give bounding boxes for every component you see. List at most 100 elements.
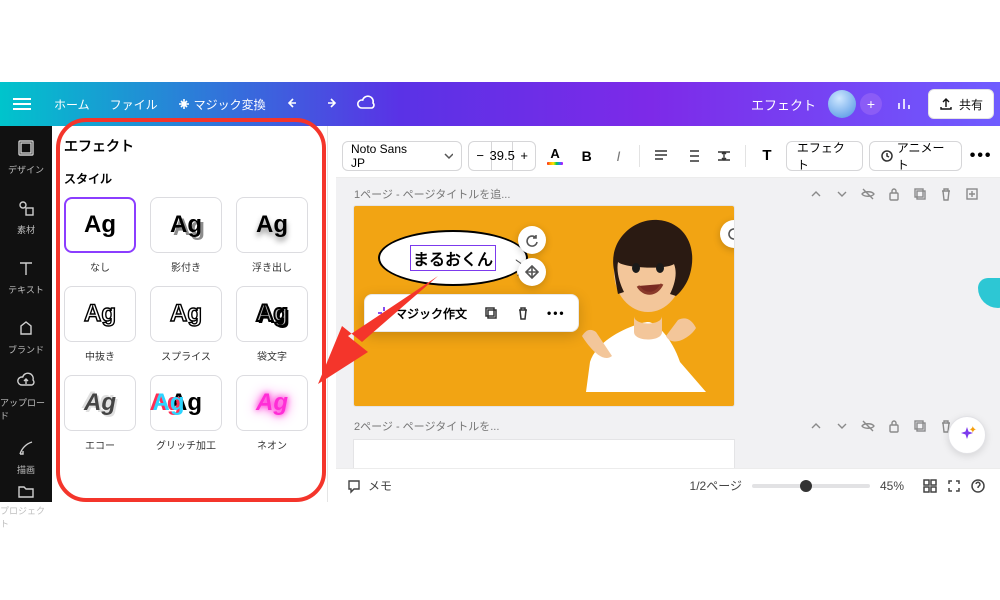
hamburger-menu[interactable] <box>0 103 44 105</box>
trash-icon <box>938 186 954 202</box>
page-duplicate-button[interactable] <box>910 416 930 436</box>
rail-design[interactable]: デザイン <box>0 126 52 186</box>
canvas[interactable]: 1ページ - ページタイトルを追... <box>336 178 1000 468</box>
ai-fab[interactable]: ✦ <box>948 416 986 454</box>
rail-project[interactable]: プロジェクト <box>0 486 52 526</box>
style-neon[interactable]: Ag <box>236 375 308 431</box>
page-down-button[interactable] <box>832 184 852 204</box>
question-icon <box>970 478 986 494</box>
font-size-input[interactable]: 39.5 <box>491 142 513 170</box>
nav-file[interactable]: ファイル <box>100 96 168 113</box>
document-title[interactable]: エフェクト <box>743 95 824 114</box>
nav-home[interactable]: ホーム <box>44 96 100 113</box>
style-none[interactable]: Ag <box>64 197 136 253</box>
text-color-button[interactable]: A <box>542 142 568 170</box>
page-lock-button[interactable] <box>884 416 904 436</box>
text-toolbar: Noto Sans JP − 39.5 + A B I T エフェクト アニメー… <box>336 134 1000 178</box>
style-splice[interactable]: Ag <box>150 286 222 342</box>
magic-write-button[interactable]: マジック作文 <box>371 299 473 327</box>
page-add-button[interactable] <box>962 184 982 204</box>
avatar[interactable] <box>828 90 856 118</box>
redo-button[interactable] <box>314 88 346 120</box>
style-label: 袋文字 <box>257 348 287 363</box>
font-size-decrease[interactable]: − <box>469 148 491 163</box>
page-hide-button[interactable] <box>858 416 878 436</box>
style-echo[interactable]: Ag <box>64 375 136 431</box>
left-rail: デザイン 素材 テキスト ブランド アップロード 描画 プロジェクト <box>0 126 52 502</box>
rotate-handle[interactable] <box>518 226 546 254</box>
chart-icon <box>895 95 913 113</box>
rotate-icon <box>525 233 539 247</box>
cloud-sync-button[interactable] <box>350 88 382 120</box>
page-up-button[interactable] <box>806 416 826 436</box>
nav-magic-convert[interactable]: マジック変換 <box>168 96 276 113</box>
sparkle-icon <box>377 306 391 320</box>
chevron-down-icon <box>834 186 850 202</box>
font-size-increase[interactable]: + <box>513 148 535 163</box>
list-button[interactable] <box>680 142 706 170</box>
undo-button[interactable] <box>278 88 310 120</box>
bold-button[interactable]: B <box>574 142 600 170</box>
page-1-canvas[interactable]: まるおくん マジック作文 ••• <box>354 206 734 406</box>
rail-elements[interactable]: 素材 <box>0 186 52 246</box>
style-bag[interactable]: Ag <box>236 286 308 342</box>
page-lock-button[interactable] <box>884 184 904 204</box>
notes-button[interactable]: メモ <box>346 477 392 494</box>
page-2-canvas[interactable] <box>354 440 734 468</box>
page-counter: 1/2ページ <box>690 477 742 494</box>
zoom-percent[interactable]: 45% <box>880 479 904 493</box>
spacing-icon <box>716 148 732 164</box>
italic-button[interactable]: I <box>606 142 632 170</box>
style-label: 中抜き <box>85 348 115 363</box>
page2-label[interactable]: 2ページ - ページタイトルを... <box>354 418 499 434</box>
cloud-upload-icon <box>16 371 36 391</box>
spacing-button[interactable] <box>712 142 738 170</box>
share-button[interactable]: 共有 <box>928 89 994 119</box>
page1-tools <box>806 184 982 204</box>
page-delete-button[interactable] <box>936 184 956 204</box>
brand-icon <box>16 318 36 338</box>
style-hollow[interactable]: Ag <box>64 286 136 342</box>
style-label: 浮き出し <box>252 259 292 274</box>
divider <box>745 145 746 167</box>
zoom-slider[interactable] <box>752 484 870 488</box>
context-more-button[interactable]: ••• <box>541 299 572 327</box>
fullscreen-button[interactable] <box>942 474 966 498</box>
panel-section-style: スタイル <box>64 170 315 187</box>
speech-bubble[interactable]: まるおくん <box>378 230 528 286</box>
copy-icon <box>483 305 499 321</box>
help-button[interactable] <box>966 474 990 498</box>
text-format-button[interactable]: T <box>754 142 780 170</box>
chevron-up-icon <box>808 186 824 202</box>
style-lift[interactable]: Ag <box>236 197 308 253</box>
style-shadow[interactable]: Ag <box>150 197 222 253</box>
align-button[interactable] <box>648 142 674 170</box>
rail-upload[interactable]: アップロード <box>0 366 52 426</box>
delete-button[interactable] <box>509 299 537 327</box>
rail-draw[interactable]: 描画 <box>0 426 52 486</box>
animate-button[interactable]: アニメート <box>869 141 962 171</box>
effects-button[interactable]: エフェクト <box>786 141 863 171</box>
page-up-button[interactable] <box>806 184 826 204</box>
list-icon <box>685 148 701 164</box>
rail-text[interactable]: テキスト <box>0 246 52 306</box>
page-down-button[interactable] <box>832 416 852 436</box>
page-hide-button[interactable] <box>858 184 878 204</box>
move-handle[interactable] <box>518 258 546 286</box>
page1-label[interactable]: 1ページ - ページタイトルを追... <box>354 186 510 202</box>
page-duplicate-button[interactable] <box>910 184 930 204</box>
speech-text[interactable]: まるおくん <box>410 245 496 271</box>
style-label: なし <box>90 259 110 274</box>
style-glitch[interactable]: Ag <box>150 375 222 431</box>
duplicate-button[interactable] <box>477 299 505 327</box>
add-member-button[interactable]: + <box>860 93 882 115</box>
panel-title: エフェクト <box>64 136 315 156</box>
more-button[interactable]: ••• <box>968 142 994 170</box>
style-label: スプライス <box>161 348 211 363</box>
analytics-button[interactable] <box>888 88 920 120</box>
pencil-icon <box>16 438 36 458</box>
style-label: グリッチ加工 <box>156 437 216 452</box>
rail-brand[interactable]: ブランド <box>0 306 52 366</box>
grid-view-button[interactable] <box>918 474 942 498</box>
font-family-select[interactable]: Noto Sans JP <box>342 141 462 171</box>
